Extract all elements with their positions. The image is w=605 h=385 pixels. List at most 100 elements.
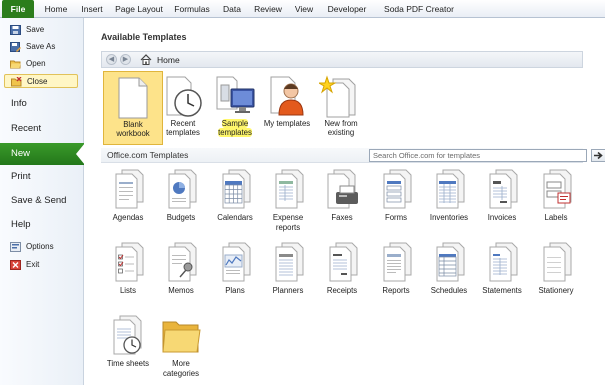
category-budgets[interactable]: Budgets	[153, 168, 209, 223]
tab-formulas[interactable]: Formulas	[170, 0, 214, 18]
calendars-icon	[222, 169, 251, 209]
home-icon[interactable]	[140, 54, 152, 65]
tab-review[interactable]: Review	[251, 0, 285, 18]
save-icon	[10, 25, 21, 35]
sample-templates-label-2: templates	[218, 128, 252, 137]
statements-icon	[489, 242, 518, 282]
new-from-existing-tile[interactable]: New from existing	[311, 71, 371, 145]
category-calendars[interactable]: Calendars	[207, 168, 263, 223]
category-label: Stationery	[538, 286, 574, 295]
category-labels[interactable]: Labels	[528, 168, 584, 223]
tab-data[interactable]: Data	[219, 0, 245, 18]
options-label: Options	[26, 242, 54, 251]
save-as-command[interactable]: Save As	[4, 40, 78, 54]
options-icon	[10, 242, 21, 252]
category-label: Planners	[272, 286, 304, 295]
my-templates-label: My templates	[263, 119, 311, 128]
save-label: Save	[26, 25, 45, 34]
category-label: Statements	[482, 286, 522, 295]
back-button[interactable]: ◀	[106, 54, 117, 65]
sample-templates-monitor-icon	[216, 76, 255, 113]
category-label-1: Expense	[272, 213, 304, 222]
category-schedules[interactable]: Schedules	[421, 241, 477, 296]
category-label: Forms	[384, 213, 408, 222]
sample-templates-tile[interactable]: Sample templates	[205, 71, 265, 145]
new-from-existing-icon	[319, 75, 356, 118]
section-help[interactable]: Help	[0, 214, 84, 236]
category-label-2: reports	[275, 222, 301, 232]
category-label: Calendars	[217, 213, 253, 222]
category-label: Budgets	[166, 213, 196, 222]
faxes-icon	[327, 169, 358, 209]
new-workbook-panel: Available Templates ◀ ▶ Home Blank workb…	[85, 18, 605, 385]
category-label: Lists	[119, 286, 137, 295]
category-plans[interactable]: Plans	[207, 241, 263, 296]
stationery-icon	[543, 242, 572, 282]
office-templates-bar: Office.com Templates Search Office.com f…	[101, 148, 605, 163]
category-lists[interactable]: Lists	[100, 241, 156, 296]
save-command[interactable]: Save	[4, 23, 78, 37]
close-label: Close	[27, 77, 48, 86]
category-agendas[interactable]: Agendas	[100, 168, 156, 223]
tab-home[interactable]: Home	[40, 0, 72, 18]
section-new[interactable]: New	[0, 143, 85, 165]
category-label-2: categories	[163, 368, 199, 378]
office-search-input[interactable]: Search Office.com for templates	[369, 149, 587, 162]
section-info[interactable]: Info	[0, 93, 84, 115]
category-label: Time sheets	[106, 359, 150, 368]
expense-reports-icon	[275, 169, 304, 209]
forward-button[interactable]: ▶	[120, 54, 131, 65]
tab-file[interactable]: File	[2, 0, 34, 18]
options-command[interactable]: Options	[4, 240, 78, 254]
category-stationery[interactable]: Stationery	[528, 241, 584, 296]
category-receipts[interactable]: Receipts	[314, 241, 370, 296]
category-memos[interactable]: Memos	[153, 241, 209, 296]
open-command[interactable]: Open	[4, 57, 78, 71]
backstage-nav: Save Save As Open Close Info Recent New …	[0, 18, 85, 385]
category-label: Faxes	[331, 213, 353, 222]
open-folder-icon	[10, 60, 21, 69]
arrow-right-icon	[594, 151, 603, 160]
tab-developer[interactable]: Developer	[324, 0, 370, 18]
category-label: Labels	[544, 213, 568, 222]
category-expense-reports[interactable]: Expense reports	[260, 168, 316, 232]
folder-icon	[162, 321, 201, 353]
tab-page-layout[interactable]: Page Layout	[113, 0, 165, 18]
category-reports[interactable]: Reports	[368, 241, 424, 296]
category-forms[interactable]: Forms	[368, 168, 424, 223]
recent-templates-label-1: Recent	[170, 119, 196, 128]
tab-view[interactable]: View	[291, 0, 317, 18]
tab-soda-pdf-creator[interactable]: Soda PDF Creator	[378, 0, 460, 18]
office-templates-heading: Office.com Templates	[107, 150, 189, 160]
labels-icon	[543, 169, 572, 209]
search-go-button[interactable]	[591, 149, 605, 162]
my-templates-tile[interactable]: My templates	[257, 71, 317, 145]
category-inventories[interactable]: Inventories	[421, 168, 477, 223]
recent-templates-tile[interactable]: Recent templates	[153, 71, 213, 145]
section-recent[interactable]: Recent	[0, 118, 84, 140]
category-label: Agendas	[112, 213, 144, 222]
sample-templates-label-1: Sample	[221, 119, 249, 128]
section-print[interactable]: Print	[0, 166, 84, 188]
exit-command[interactable]: Exit	[4, 258, 78, 272]
section-save-send[interactable]: Save & Send	[0, 190, 84, 212]
ribbon-tab-bar: File Home Insert Page Layout Formulas Da…	[0, 0, 605, 18]
category-invoices[interactable]: Invoices	[474, 168, 530, 223]
template-navigation-bar: ◀ ▶ Home	[101, 51, 583, 68]
category-statements[interactable]: Statements	[474, 241, 530, 296]
category-time-sheets[interactable]: Time sheets	[100, 314, 156, 369]
new-from-existing-label-2: existing	[327, 128, 355, 137]
plans-icon	[222, 242, 251, 282]
category-planners[interactable]: Planners	[260, 241, 316, 296]
save-as-label: Save As	[26, 42, 56, 51]
budgets-icon	[168, 169, 197, 209]
category-label: Inventories	[429, 213, 469, 222]
tab-insert[interactable]: Insert	[76, 0, 108, 18]
category-more-categories[interactable]: More categories	[153, 314, 209, 378]
close-command[interactable]: Close	[4, 74, 78, 88]
category-label: Invoices	[487, 213, 517, 222]
category-label: Plans	[225, 286, 245, 295]
breadcrumb-home[interactable]: Home	[157, 55, 180, 65]
new-from-existing-label-1: New from	[324, 119, 358, 128]
category-faxes[interactable]: Faxes	[314, 168, 370, 223]
